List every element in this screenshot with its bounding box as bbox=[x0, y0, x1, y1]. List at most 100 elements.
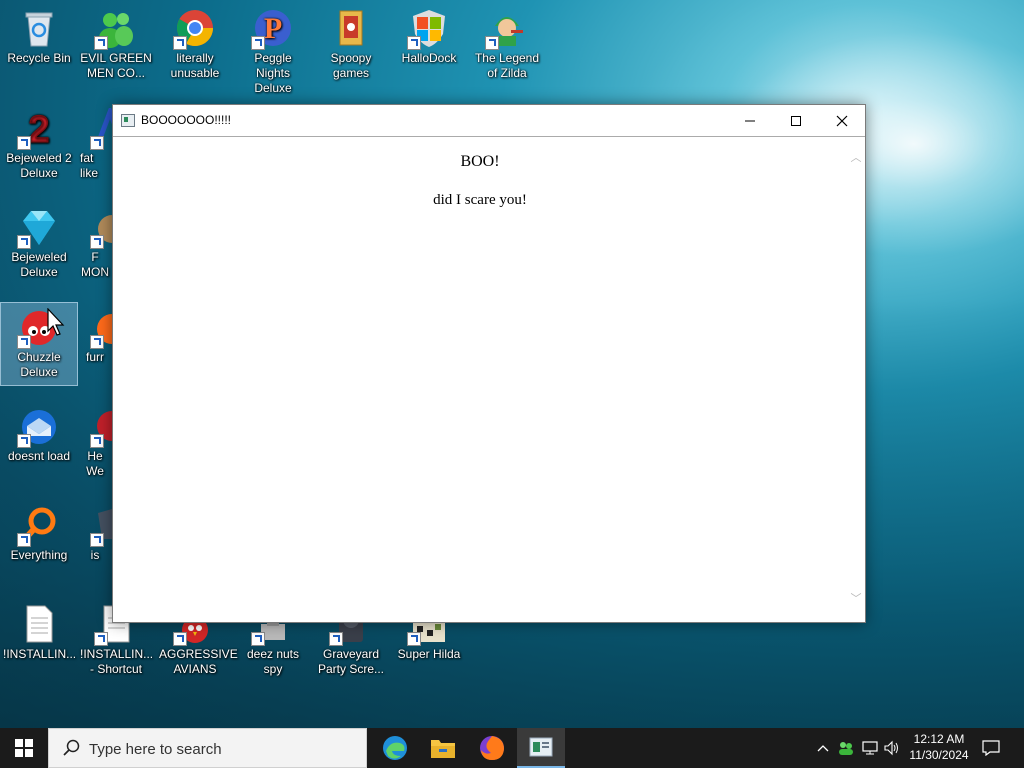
desktop-icon-bejeweled[interactable]: Bejeweled Deluxe bbox=[1, 203, 77, 280]
scroll-down-icon[interactable]: ﹀ bbox=[847, 590, 865, 608]
shortcut-arrow-icon bbox=[251, 632, 265, 646]
firefox-icon bbox=[480, 736, 504, 760]
desktop-icon-bejeweled-2[interactable]: 2 Bejeweled 2 Deluxe bbox=[1, 104, 77, 181]
clock-date: 11/30/2024 bbox=[909, 748, 969, 762]
boo-window[interactable]: BOOOOOOO!!!!! BOO! did I scare you! ︿ ﹀ bbox=[112, 104, 866, 623]
window-title: BOOOOOOO!!!!! bbox=[141, 113, 232, 127]
mouse-cursor-icon bbox=[47, 308, 65, 336]
desktop-icon-legend-of-zilda[interactable]: The Legend of Zilda bbox=[469, 4, 545, 81]
peggle-icon: P bbox=[251, 8, 293, 50]
green-people-icon bbox=[94, 8, 136, 50]
windows-shield-icon bbox=[407, 8, 449, 50]
app-icon bbox=[90, 207, 112, 249]
tray-people[interactable] bbox=[836, 728, 856, 768]
people-icon bbox=[839, 742, 853, 755]
shortcut-arrow-icon bbox=[90, 335, 104, 349]
close-icon bbox=[836, 115, 848, 126]
speaker-icon bbox=[884, 740, 898, 756]
desktop-icon-doesnt-load[interactable]: doesnt load bbox=[1, 402, 77, 464]
taskbar-search[interactable] bbox=[48, 728, 367, 768]
recycle-bin-icon bbox=[19, 8, 59, 48]
desktop-icon-he-we[interactable]: He We bbox=[78, 402, 112, 479]
taskbar-boo-app[interactable] bbox=[517, 728, 565, 768]
shortcut-arrow-icon bbox=[94, 632, 108, 646]
shortcut-arrow-icon bbox=[329, 632, 343, 646]
edge-icon bbox=[383, 736, 407, 760]
desktop-icon-is[interactable]: is bbox=[78, 501, 112, 563]
shortcut-arrow-icon bbox=[90, 136, 104, 150]
shortcut-arrow-icon bbox=[17, 533, 31, 547]
shortcut-arrow-icon bbox=[173, 632, 187, 646]
chrome-icon bbox=[173, 8, 215, 50]
boo-app-icon bbox=[529, 737, 553, 757]
search-input[interactable] bbox=[87, 738, 351, 760]
shortcut-arrow-icon bbox=[90, 434, 104, 448]
shortcut-arrow-icon bbox=[94, 36, 108, 50]
svg-text:P: P bbox=[264, 12, 282, 45]
window-content: BOO! did I scare you! ︿ ﹀ bbox=[113, 137, 865, 622]
notification-icon bbox=[982, 740, 1000, 756]
folder-icon bbox=[331, 8, 371, 48]
taskbar-clock[interactable]: 12:12 AM 11/30/2024 bbox=[900, 731, 978, 763]
app-icon bbox=[90, 505, 112, 547]
search-icon bbox=[63, 739, 80, 756]
clock-time: 12:12 AM bbox=[913, 732, 965, 746]
maximize-icon bbox=[791, 115, 801, 126]
close-button[interactable] bbox=[819, 105, 865, 136]
shortcut-arrow-icon bbox=[17, 136, 31, 150]
thunderbird-icon bbox=[17, 406, 59, 448]
desktop-icon-installing[interactable]: !INSTALLIN... bbox=[1, 600, 77, 662]
app-icon bbox=[90, 406, 112, 448]
taskbar-file-explorer[interactable] bbox=[419, 728, 467, 768]
start-button[interactable] bbox=[0, 728, 48, 768]
desktop-icon-literally-unusable[interactable]: literally unusable bbox=[157, 4, 233, 81]
desktop-icon-recycle-bin[interactable]: Recycle Bin bbox=[1, 4, 77, 66]
svg-text:2: 2 bbox=[28, 109, 49, 148]
bejeweled-2-icon: 2 bbox=[17, 108, 59, 152]
app-icon bbox=[90, 104, 112, 150]
taskbar-firefox[interactable] bbox=[468, 728, 516, 768]
chevron-up-icon bbox=[817, 745, 829, 752]
desktop-icon-fat-like[interactable]: fat like bbox=[78, 104, 112, 181]
shortcut-arrow-icon bbox=[485, 36, 499, 50]
desktop-icon-hallodock[interactable]: HalloDock bbox=[391, 4, 467, 66]
desktop-icon-furr[interactable]: furr bbox=[78, 303, 112, 365]
desktop-icon-monster[interactable]: F MON bbox=[78, 203, 112, 280]
shortcut-arrow-icon bbox=[90, 235, 104, 249]
windows-logo-icon bbox=[15, 739, 33, 757]
app-icon bbox=[90, 307, 112, 349]
tray-network[interactable] bbox=[860, 728, 880, 768]
action-center-button[interactable] bbox=[980, 728, 1002, 768]
shortcut-arrow-icon bbox=[173, 36, 187, 50]
shortcut-arrow-icon bbox=[17, 335, 31, 349]
tray-volume[interactable] bbox=[882, 728, 902, 768]
scroll-up-icon[interactable]: ︿ bbox=[847, 149, 865, 167]
window-titlebar[interactable]: BOOOOOOO!!!!! bbox=[113, 105, 865, 137]
shortcut-arrow-icon bbox=[90, 533, 104, 547]
text-file-icon bbox=[19, 604, 59, 644]
desktop-icon-evil-green-men[interactable]: EVIL GREEN MEN CO... bbox=[78, 4, 154, 81]
boo-heading: BOO! bbox=[460, 153, 500, 170]
tray-overflow-button[interactable] bbox=[814, 728, 832, 768]
taskbar: 12:12 AM 11/30/2024 bbox=[0, 728, 1024, 768]
vertical-scrollbar[interactable]: ︿ ﹀ bbox=[847, 137, 865, 622]
file-explorer-icon bbox=[431, 740, 455, 758]
shortcut-arrow-icon bbox=[251, 36, 265, 50]
taskbar-edge[interactable] bbox=[371, 728, 419, 768]
scare-message: did I scare you! bbox=[433, 192, 527, 208]
maximize-button[interactable] bbox=[773, 105, 819, 136]
app-window-icon bbox=[121, 114, 135, 127]
shortcut-arrow-icon bbox=[17, 235, 31, 249]
shortcut-arrow-icon bbox=[407, 36, 421, 50]
shortcut-arrow-icon bbox=[407, 632, 421, 646]
magnifier-icon bbox=[17, 505, 59, 547]
minimize-button[interactable] bbox=[727, 105, 773, 136]
zelda-character-icon bbox=[485, 8, 527, 50]
desktop-icon-spoopy-games[interactable]: Spoopy games bbox=[313, 4, 389, 81]
minimize-icon bbox=[745, 120, 755, 121]
network-icon bbox=[862, 741, 878, 755]
desktop-icon-everything[interactable]: Everything bbox=[1, 501, 77, 563]
desktop-icon-peggle-nights[interactable]: P Peggle Nights Deluxe bbox=[235, 4, 311, 96]
diamond-icon bbox=[17, 207, 59, 249]
shortcut-arrow-icon bbox=[17, 434, 31, 448]
